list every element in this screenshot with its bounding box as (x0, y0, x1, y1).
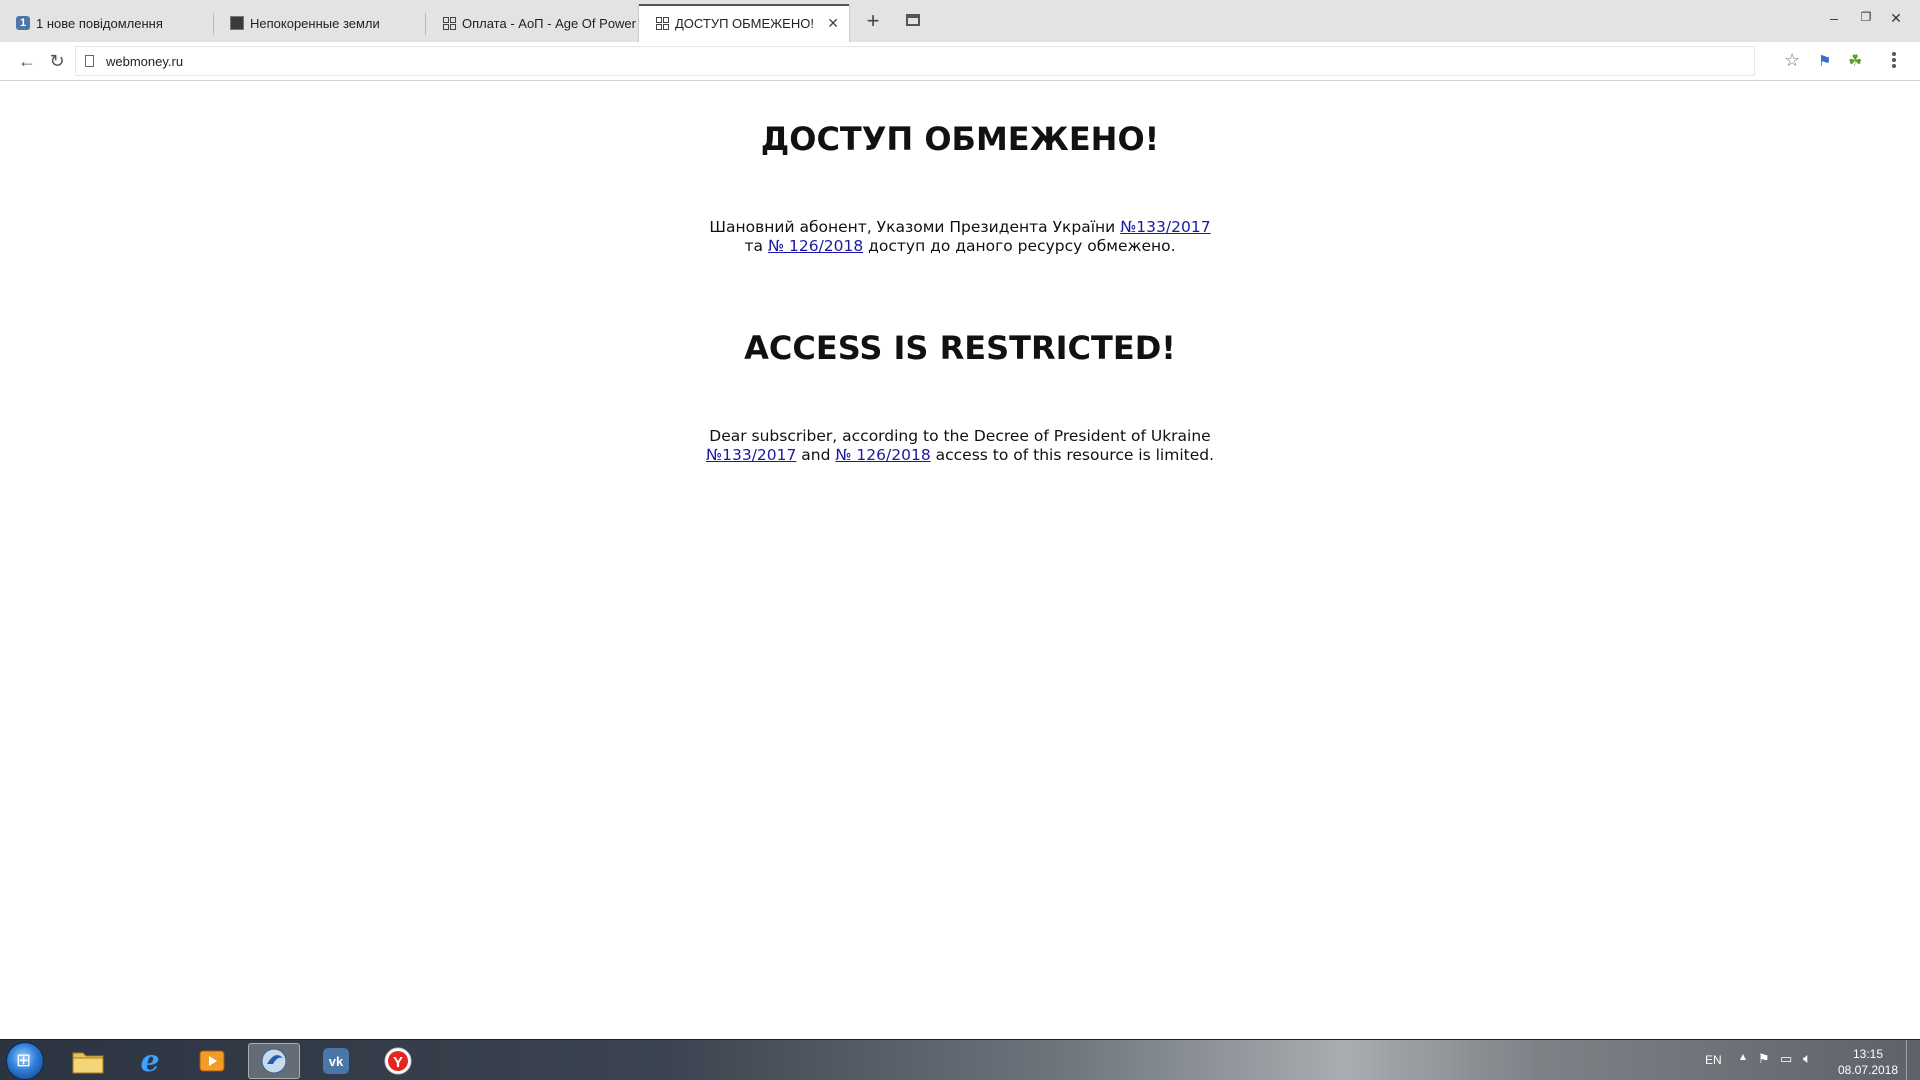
show-desktop-button[interactable] (1906, 1040, 1920, 1080)
bookmark-star-icon[interactable]: ☆ (1784, 50, 1800, 71)
media-player-taskbar-button[interactable] (186, 1043, 238, 1079)
yandex-taskbar-button[interactable]: Y (372, 1043, 424, 1079)
tab-title: Оплата - АоП - Age Of Power (462, 15, 636, 31)
internet-explorer-icon: e (140, 1043, 160, 1079)
notice-ua-text: Шановний абонент, Указоми Президента Укр… (709, 218, 1121, 236)
close-window-icon[interactable]: ✕ (1887, 10, 1905, 27)
notice-ua-text: доступ до даного ресурсу обмежено. (863, 237, 1176, 255)
svg-text:Y: Y (393, 1054, 403, 1071)
minimize-icon[interactable]: – (1825, 10, 1843, 26)
reload-icon[interactable]: ↻ (46, 50, 68, 72)
windows-logo-icon: ⊞ (16, 1050, 32, 1070)
heading-ua: ДОСТУП ОБМЕЖЕНО! (760, 120, 1160, 158)
vk-icon: vk (323, 1048, 349, 1074)
new-tab-icon[interactable]: + (862, 10, 884, 32)
notice-ua: Шановний абонент, Указоми Президента Укр… (700, 218, 1220, 256)
notice-ua-text: та (744, 237, 768, 255)
decree-link-133-2017[interactable]: №133/2017 (1120, 218, 1210, 236)
url-text[interactable]: webmoney.ru (106, 54, 183, 69)
network-icon[interactable]: ▭ (1780, 1051, 1792, 1067)
tab-age-of-power[interactable]: Оплата - АоП - Age Of Power (426, 4, 638, 42)
tab-title: 1 нове повідомлення (36, 15, 163, 31)
extension-flag-icon[interactable]: ⚑ (1818, 52, 1831, 70)
browser-app-icon (261, 1048, 287, 1074)
game-icon (230, 16, 244, 30)
taskbar: ⊞ e vk Y EN ▲ ⚑ ▭ 🔈︎ 13:15 08.07.2018 (0, 1039, 1920, 1080)
notice-en: Dear subscriber, according to the Decree… (676, 427, 1244, 465)
show-hidden-icons-icon[interactable]: ▲ (1738, 1052, 1748, 1063)
extension-clover-icon[interactable]: ☘ (1848, 51, 1862, 71)
notice-en-text: Dear subscriber, according to the Decree… (709, 427, 1211, 445)
decree-link-126-2018[interactable]: № 126/2018 (835, 446, 930, 464)
heading-en: ACCESS IS RESTRICTED! (744, 329, 1176, 367)
grid-icon (655, 16, 669, 30)
system-clock[interactable]: 13:15 08.07.2018 (1834, 1046, 1902, 1078)
browser-toolbar: ← ↻ webmoney.ru ☆ ⚑ ☘ (0, 42, 1920, 81)
tab-access-restricted[interactable]: ДОСТУП ОБМЕЖЕНО! | ACCESS IS RESTRICTED!… (638, 4, 850, 42)
media-player-icon (199, 1050, 225, 1072)
clock-date: 08.07.2018 (1837, 1063, 1899, 1077)
page-icon (85, 55, 94, 67)
svg-text:vk: vk (329, 1054, 344, 1069)
tab-title: ДОСТУП ОБМЕЖЕНО! | ACCESS IS RESTRICTED! (675, 15, 815, 31)
restore-icon[interactable]: ❐ (1857, 10, 1875, 24)
grid-icon (442, 16, 456, 30)
tab-title: Непокоренные земли (250, 15, 380, 31)
language-indicator[interactable]: EN (1705, 1053, 1722, 1067)
notice-en-text: access to of this resource is limited. (930, 446, 1215, 464)
address-bar[interactable]: webmoney.ru (75, 46, 1755, 76)
browser-menu-icon[interactable] (1886, 49, 1902, 71)
vk-taskbar-button[interactable]: vk (310, 1043, 362, 1079)
start-button[interactable]: ⊞ (6, 1042, 44, 1080)
back-arrow-icon[interactable]: ← (16, 50, 38, 72)
explorer-taskbar-button[interactable] (62, 1043, 114, 1079)
page-content: ДОСТУП ОБМЕЖЕНО! Шановний абонент, Указо… (0, 82, 1920, 1039)
decree-link-133-2017[interactable]: №133/2017 (706, 446, 796, 464)
tab-game[interactable]: Непокоренные земли (214, 4, 426, 42)
tab-vk-messages[interactable]: 1 1 нове повідомлення (0, 4, 214, 42)
close-tab-icon[interactable]: ✕ (827, 15, 839, 32)
notice-en-text: and (796, 446, 836, 464)
yandex-browser-icon: Y (384, 1047, 412, 1075)
volume-icon[interactable]: 🔈︎ (1803, 1050, 1811, 1067)
folder-icon (72, 1052, 104, 1074)
action-center-flag-icon[interactable]: ⚑ (1758, 1051, 1770, 1067)
clock-time: 13:15 (1852, 1047, 1884, 1061)
tab-strip: 1 1 нове повідомлення Непокоренные земли… (0, 0, 1920, 42)
ie-taskbar-button[interactable]: e (124, 1043, 176, 1079)
tab-list-icon[interactable] (906, 14, 920, 26)
browser-taskbar-button[interactable] (248, 1043, 300, 1079)
decree-link-126-2018[interactable]: № 126/2018 (768, 237, 863, 255)
vk-badge-icon: 1 (16, 16, 30, 30)
